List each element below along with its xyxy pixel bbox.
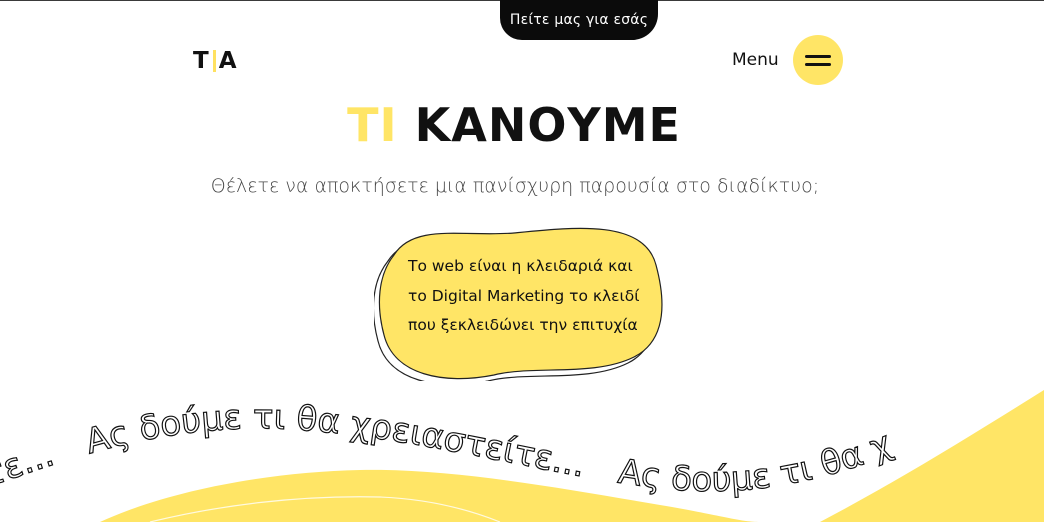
bottom-decoration: αστείτε... Ας δούμε τι θα χρειαστείτε...…	[0, 390, 1044, 522]
marquee-repeat: Ας δούμε τι θα χ	[616, 424, 898, 501]
marquee-fragment: αστείτε...	[0, 434, 59, 522]
